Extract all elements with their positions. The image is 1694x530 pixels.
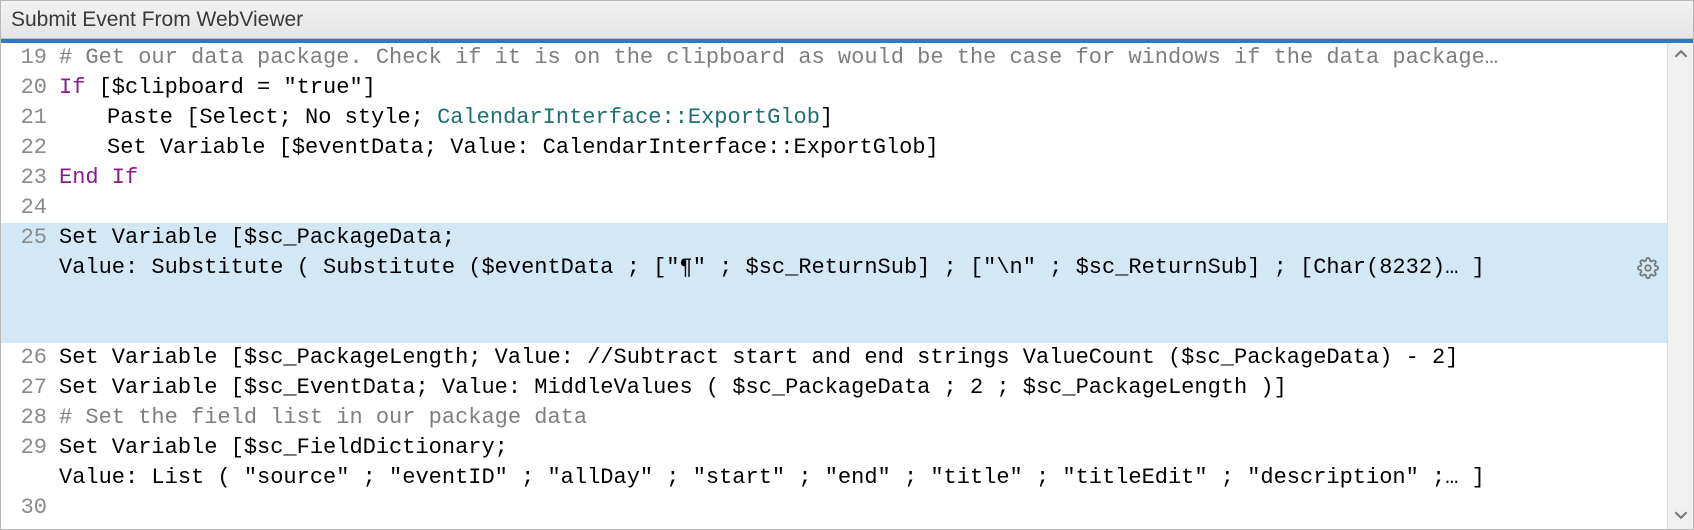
comment-text: # Get our data package. Check if it is o… <box>59 45 1498 70</box>
line-number: 27 <box>1 373 59 403</box>
line-number: 30 <box>1 493 59 523</box>
code-text: Set Variable [$sc_PackageLength; Value: … <box>59 345 1458 370</box>
scroll-down-arrow-icon[interactable] <box>1668 508 1693 525</box>
code-text: [$clipboard = "true"] <box>85 75 375 100</box>
script-line[interactable]: 30 <box>1 493 1667 523</box>
script-line-cont[interactable]: Value: List ( "source" ; "eventID" ; "al… <box>1 463 1667 493</box>
line-code: Set Variable [$eventData; Value: Calenda… <box>59 133 1667 163</box>
line-number: 23 <box>1 163 59 193</box>
keyword-if: If <box>59 75 85 100</box>
script-line[interactable]: 22 Set Variable [$eventData; Value: Cale… <box>1 133 1667 163</box>
line-code: If [$clipboard = "true"] <box>59 73 1667 103</box>
line-code: # Set the field list in our package data <box>59 403 1667 433</box>
line-code: # Get our data package. Check if it is o… <box>59 43 1667 73</box>
script-line[interactable]: 29 Set Variable [$sc_FieldDictionary; <box>1 433 1667 463</box>
line-code: Value: List ( "source" ; "eventID" ; "al… <box>59 463 1667 493</box>
line-number: 26 <box>1 343 59 373</box>
field-reference: CalendarInterface::ExportGlob <box>437 105 820 130</box>
scroll-up-arrow-icon[interactable] <box>1668 47 1693 64</box>
line-code: Value: Substitute ( Substitute ($eventDa… <box>59 253 1667 343</box>
code-text: Set Variable [$sc_EventData; Value: Midd… <box>59 375 1287 400</box>
script-line[interactable]: 21 Paste [Select; No style; CalendarInte… <box>1 103 1667 133</box>
line-number: 20 <box>1 73 59 103</box>
line-code: Set Variable [$sc_PackageLength; Value: … <box>59 343 1667 373</box>
line-number: 19 <box>1 43 59 73</box>
script-line-selected[interactable]: 25 Set Variable [$sc_PackageData; <box>1 223 1667 253</box>
script-line-selected-cont[interactable]: Value: Substitute ( Substitute ($eventDa… <box>1 253 1667 343</box>
keyword-endif: End If <box>59 165 138 190</box>
line-number: 28 <box>1 403 59 433</box>
vertical-scrollbar[interactable] <box>1667 43 1693 529</box>
line-code: Paste [Select; No style; CalendarInterfa… <box>59 103 1667 133</box>
line-number: 24 <box>1 193 59 223</box>
script-line[interactable]: 19 # Get our data package. Check if it i… <box>1 43 1667 73</box>
code-text: Set Variable [$sc_FieldDictionary; <box>59 435 508 460</box>
line-code <box>59 193 1667 223</box>
line-number <box>1 463 59 493</box>
line-number <box>1 253 59 283</box>
line-number: 29 <box>1 433 59 463</box>
line-number: 25 <box>1 223 59 253</box>
script-line[interactable]: 26 Set Variable [$sc_PackageLength; Valu… <box>1 343 1667 373</box>
line-code <box>59 493 1667 523</box>
editor-body: 19 # Get our data package. Check if it i… <box>1 43 1693 529</box>
line-code: Set Variable [$sc_EventData; Value: Midd… <box>59 373 1667 403</box>
script-line[interactable]: 24 <box>1 193 1667 223</box>
code-text: Value: Substitute ( Substitute ($eventDa… <box>59 255 1485 280</box>
comment-text: # Set the field list in our package data <box>59 405 587 430</box>
line-code: End If <box>59 163 1667 193</box>
gear-icon[interactable] <box>1637 257 1659 279</box>
code-text: Set Variable [$eventData; Value: Calenda… <box>107 135 939 160</box>
code-text: ] <box>820 105 833 130</box>
line-number: 21 <box>1 103 59 133</box>
line-code: Set Variable [$sc_FieldDictionary; <box>59 433 1667 463</box>
line-number: 22 <box>1 133 59 163</box>
script-line[interactable]: 23 End If <box>1 163 1667 193</box>
window-title: Submit Event From WebViewer <box>1 1 1693 39</box>
script-editor[interactable]: 19 # Get our data package. Check if it i… <box>1 43 1667 529</box>
script-editor-window: Submit Event From WebViewer 19 # Get our… <box>0 0 1694 530</box>
script-line[interactable]: 28 # Set the field list in our package d… <box>1 403 1667 433</box>
code-text: Value: List ( "source" ; "eventID" ; "al… <box>59 465 1485 490</box>
script-line[interactable]: 27 Set Variable [$sc_EventData; Value: M… <box>1 373 1667 403</box>
line-code: Set Variable [$sc_PackageData; <box>59 223 1667 253</box>
script-line[interactable]: 20 If [$clipboard = "true"] <box>1 73 1667 103</box>
code-text: Paste [Select; No style; <box>107 105 437 130</box>
code-text: Set Variable [$sc_PackageData; <box>59 225 455 250</box>
